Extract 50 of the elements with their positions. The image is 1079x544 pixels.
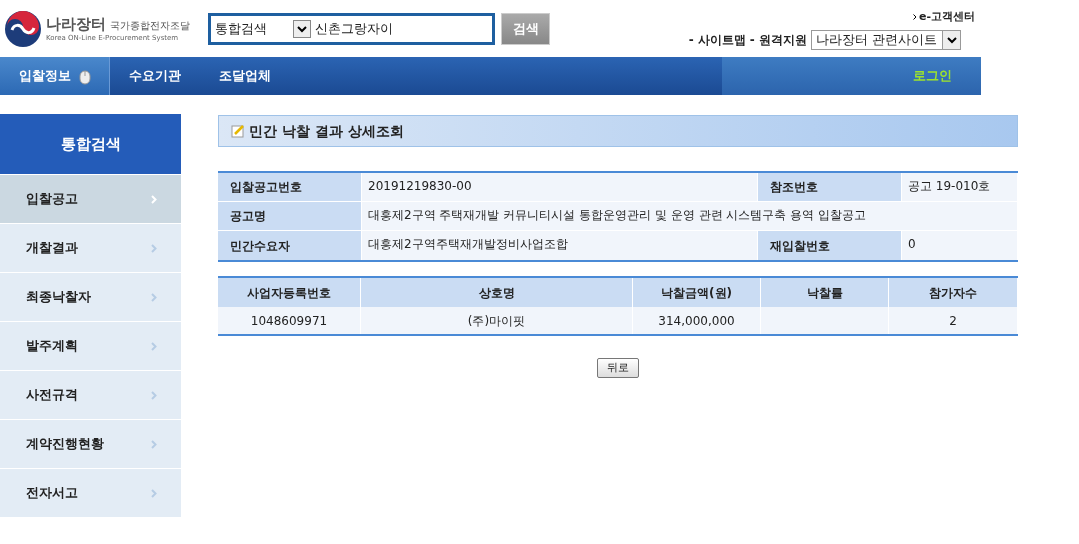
dropdown-button[interactable]: [293, 20, 311, 38]
chevron-right-icon: [912, 14, 917, 20]
sidebar-item[interactable]: 입찰공고: [0, 175, 181, 223]
page-title: 민간 낙찰 결과 상세조회: [249, 121, 404, 141]
chevron-down-icon: [297, 25, 307, 33]
field-value: 공고 19-010호: [902, 173, 1018, 201]
field-value: 대흥제2구역주택재개발정비사업조합: [362, 231, 758, 260]
field-label: 재입찰번호: [758, 231, 902, 260]
nav-tab[interactable]: 수요기관: [110, 57, 200, 95]
header-link[interactable]: - 원격지원: [749, 31, 807, 49]
memo-icon: [231, 124, 245, 138]
sidebar-item[interactable]: 사전규격: [0, 371, 181, 419]
mouse-icon: [78, 67, 91, 85]
back-button[interactable]: 뒤로: [597, 358, 639, 378]
customer-center-link[interactable]: e-고객센터: [918, 8, 975, 26]
chevron-down-icon: [946, 36, 957, 44]
sidebar-item[interactable]: 계약진행현황: [0, 420, 181, 468]
sidebar-item[interactable]: 최종낙찰자: [0, 273, 181, 321]
nav-tab[interactable]: 입찰정보: [0, 57, 110, 95]
field-value: 대흥제2구역 주택재개발 커뮤니티시설 통합운영관리 및 운영 관련 시스템구축 용역 입찰공고: [362, 202, 1018, 230]
sidebar-title: 통합검색: [0, 114, 181, 174]
chevron-right-icon: [151, 194, 157, 204]
sidebar-item[interactable]: 개찰결과: [0, 224, 181, 272]
logo-subtitle: 국가종합전자조달: [110, 19, 190, 33]
search-field[interactable]: 통합검색 신촌그랑자이: [208, 13, 495, 45]
table-cell-text: 2: [949, 312, 957, 330]
sidebar-item[interactable]: 발주계획: [0, 322, 181, 370]
table-cell-text: 314,000,000: [658, 312, 735, 330]
table-cell-text: 1048609971: [250, 312, 328, 330]
header-link[interactable]: - 사이트맵: [688, 31, 746, 49]
field-value: 20191219830-00: [362, 173, 758, 201]
chevron-right-icon: [151, 292, 157, 302]
sidebar-item[interactable]: 전자서고: [0, 469, 181, 517]
field-label: 입찰공고번호: [218, 173, 362, 201]
chevron-right-icon: [151, 390, 157, 400]
logo-name: 나라장터: [46, 14, 106, 34]
chevron-right-icon: [151, 488, 157, 498]
chevron-right-icon: [151, 341, 157, 351]
field-label: 민간수요자: [218, 231, 362, 260]
chevron-right-icon: [151, 243, 157, 253]
nav-tab[interactable]: 조달업체: [200, 57, 290, 95]
field-label: 공고명: [218, 202, 362, 230]
table-cell-text: (주)마이핏: [467, 312, 526, 330]
field-value: 0: [902, 231, 1018, 260]
search-category[interactable]: 통합검색: [215, 19, 289, 39]
related-sites-select[interactable]: 나라장터 관련사이트: [811, 30, 961, 50]
field-label: 참조번호: [758, 173, 902, 201]
chevron-right-icon: [151, 439, 157, 449]
logo-icon: [4, 9, 42, 48]
search-input[interactable]: 신촌그랑자이: [315, 19, 393, 39]
